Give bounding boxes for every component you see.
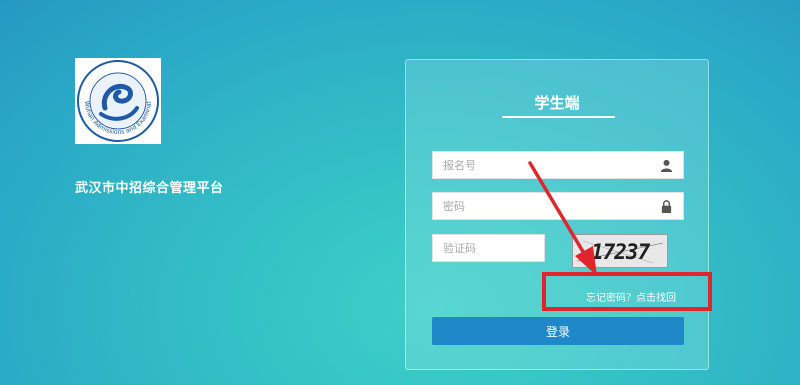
user-icon (660, 159, 673, 172)
password-input[interactable] (433, 193, 643, 219)
captcha-text: 17237 (591, 240, 650, 264)
platform-title: 武汉市中招综合管理平台 (75, 181, 224, 196)
captcha-field-wrapper (432, 234, 545, 262)
username-input[interactable] (433, 152, 643, 178)
username-field-wrapper (432, 151, 684, 179)
logo: Wuhan Admissions and Examinations (75, 58, 161, 144)
panel-title: 学生端 (534, 94, 580, 112)
lock-icon (661, 200, 672, 213)
login-button[interactable]: 登录 (432, 317, 684, 345)
wuhan-admissions-logo-icon: Wuhan Admissions and Examinations (75, 58, 159, 142)
login-panel: 学生端 17237 忘记密码？点击找回 登录 (405, 59, 709, 370)
captcha-input[interactable] (433, 235, 543, 261)
annotation-highlight-box (542, 272, 712, 311)
captcha-image[interactable]: 17237 (572, 234, 668, 268)
password-field-wrapper (432, 192, 684, 220)
panel-title-underline (502, 116, 615, 118)
